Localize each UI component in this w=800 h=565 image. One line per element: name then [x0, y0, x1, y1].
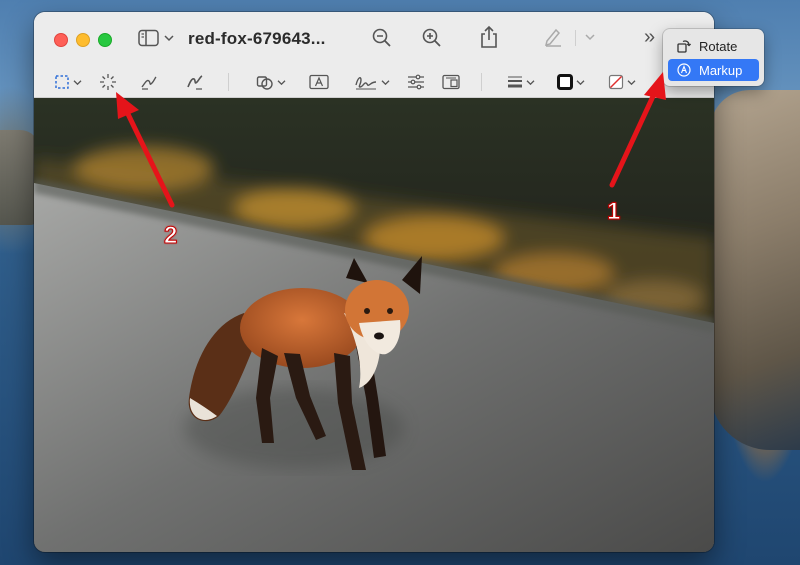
- annotation-label-1: 1: [606, 198, 621, 226]
- arrow-2: [116, 92, 175, 208]
- annotation-label-2: 2: [163, 222, 178, 250]
- arrow-1: [609, 72, 666, 188]
- annotation-arrows: [116, 72, 666, 208]
